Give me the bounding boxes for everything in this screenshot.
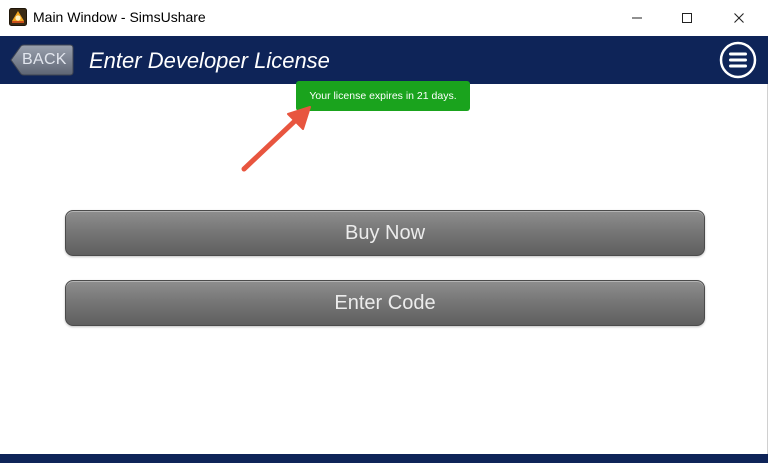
license-expiry-notification: Your license expires in 21 days. bbox=[296, 81, 470, 111]
minimize-button[interactable] bbox=[614, 0, 660, 36]
app-window: Main Window - SimsUshare BACK Enter Deve… bbox=[0, 0, 768, 463]
menu-button[interactable] bbox=[718, 40, 758, 80]
content-area bbox=[0, 84, 768, 454]
enter-code-button[interactable]: Enter Code bbox=[65, 280, 705, 326]
bottom-bar bbox=[0, 454, 768, 463]
simsushare-logo-icon bbox=[9, 8, 27, 26]
buy-now-button[interactable]: Buy Now bbox=[65, 210, 705, 256]
back-arrow-shape-icon bbox=[10, 44, 74, 76]
page-title: Enter Developer License bbox=[89, 48, 330, 73]
maximize-button[interactable] bbox=[664, 0, 710, 36]
minimize-icon bbox=[632, 17, 642, 19]
maximize-icon bbox=[682, 13, 692, 23]
hamburger-menu-icon bbox=[719, 41, 757, 79]
close-icon bbox=[734, 13, 744, 23]
app-header: BACK Enter Developer License bbox=[0, 36, 768, 84]
window-title-bar: Main Window - SimsUshare bbox=[0, 0, 768, 36]
close-button[interactable] bbox=[716, 0, 762, 36]
back-button[interactable] bbox=[10, 44, 74, 76]
window-title: Main Window - SimsUshare bbox=[33, 9, 206, 25]
annotation-arrow-icon bbox=[241, 106, 311, 172]
